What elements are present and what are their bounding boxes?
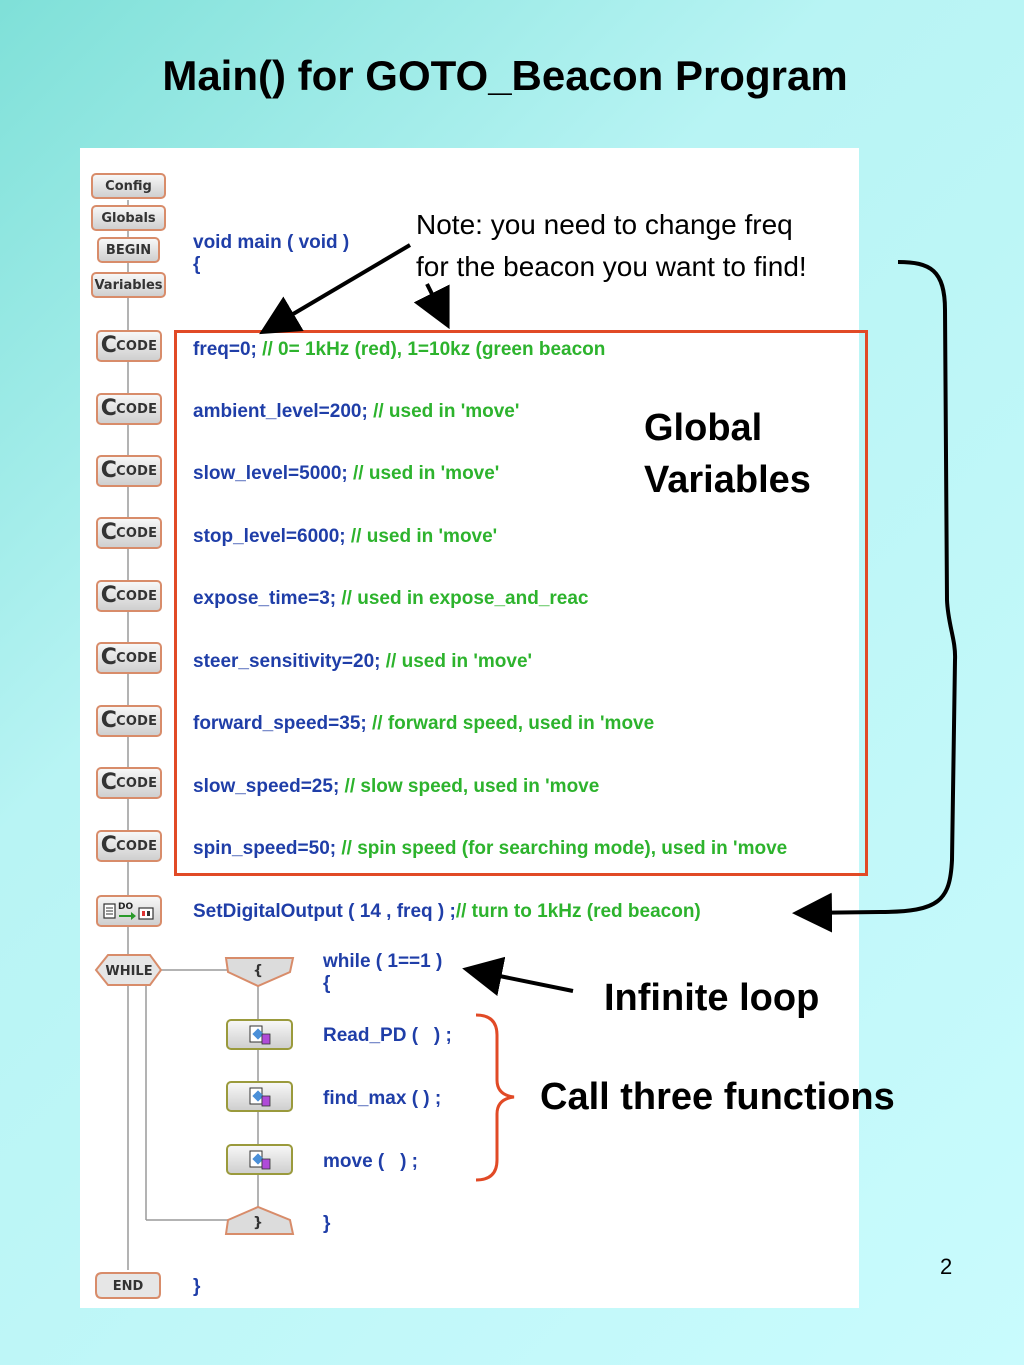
comment: // turn to 1kHz (red beacon) bbox=[455, 901, 701, 922]
code-line-steer-sensitivity: steer_sensitivity=20; // used in 'move' bbox=[193, 651, 565, 673]
code-block[interactable]: C CODE bbox=[96, 330, 162, 362]
while-open-brace: { bbox=[323, 973, 331, 994]
comment: // used in 'move' bbox=[367, 401, 520, 422]
comment: // used in 'move' bbox=[380, 651, 533, 672]
function-call-icon bbox=[249, 1025, 270, 1044]
code-block[interactable]: C CODE bbox=[96, 580, 162, 612]
do-label: DO bbox=[118, 902, 133, 912]
global-label-line-1: Global bbox=[644, 407, 763, 449]
code-c-glyph: C bbox=[100, 396, 118, 421]
main-declaration: void main ( void ) bbox=[193, 232, 350, 253]
call-move: move ( ) ; bbox=[323, 1151, 419, 1172]
statement: ambient_level=200; bbox=[193, 401, 368, 422]
function-call-icon bbox=[249, 1150, 270, 1169]
global-label-line-2: Variables bbox=[644, 459, 811, 501]
global-variables-label: Global Variables bbox=[644, 402, 811, 506]
code-line-freq: freq=0; // 0= 1kHz (red), 1=10kz (green … bbox=[193, 339, 853, 361]
variables-block[interactable]: Variables bbox=[91, 272, 166, 298]
code-block[interactable]: C CODE bbox=[96, 517, 162, 549]
function-call-block[interactable] bbox=[226, 1144, 293, 1175]
code-line-stop-level: stop_level=6000; // used in 'move' bbox=[193, 526, 525, 548]
note-line-1: Note: you need to change freq bbox=[416, 209, 793, 240]
code-block[interactable]: C CODE bbox=[96, 393, 162, 425]
statement: expose_time=3; bbox=[193, 588, 337, 609]
statement: SetDigitalOutput ( 14 , freq ) ; bbox=[193, 901, 456, 922]
code-label: CODE bbox=[116, 401, 158, 417]
code-c-glyph: C bbox=[100, 833, 118, 858]
code-label: CODE bbox=[116, 775, 158, 791]
code-block[interactable]: C CODE bbox=[96, 705, 162, 737]
comment: // used in 'move' bbox=[347, 463, 500, 484]
code-label: CODE bbox=[116, 650, 158, 666]
code-c-glyph: C bbox=[100, 583, 118, 608]
code-c-glyph: C bbox=[100, 770, 118, 795]
code-line-set-digital-output: SetDigitalOutput ( 14 , freq ) ;// turn … bbox=[193, 901, 753, 923]
code-label: CODE bbox=[116, 463, 158, 479]
code-c-glyph: C bbox=[100, 645, 118, 670]
statement: freq=0; bbox=[193, 339, 257, 360]
function-call-icon bbox=[249, 1087, 270, 1106]
code-label: CODE bbox=[116, 713, 158, 729]
code-line-slow-level: slow_level=5000; // used in 'move' bbox=[193, 463, 525, 485]
page-number: 2 bbox=[940, 1254, 953, 1279]
code-block[interactable]: C CODE bbox=[96, 830, 162, 862]
comment: // used in 'move' bbox=[345, 526, 498, 547]
comment: // used in expose_and_reac bbox=[336, 588, 589, 609]
code-line-forward-speed: forward_speed=35; // forward speed, used… bbox=[193, 713, 713, 735]
code-label: CODE bbox=[116, 338, 158, 354]
infinite-loop-label: Infinite loop bbox=[604, 977, 820, 1019]
code-line-expose-time: expose_time=3; // used in expose_and_rea… bbox=[193, 588, 625, 610]
statement: forward_speed=35; bbox=[193, 713, 367, 734]
code-label: CODE bbox=[116, 588, 158, 604]
begin-block[interactable]: BEGIN bbox=[97, 237, 160, 263]
code-c-glyph: C bbox=[100, 458, 118, 483]
globals-block[interactable]: Globals bbox=[91, 205, 166, 231]
while-close-brace: } bbox=[323, 1213, 331, 1234]
statement: stop_level=6000; bbox=[193, 526, 346, 547]
statement: spin_speed=50; bbox=[193, 838, 337, 859]
function-call-block[interactable] bbox=[226, 1081, 293, 1112]
call-functions-label: Call three functions bbox=[540, 1076, 895, 1118]
code-block[interactable]: C CODE bbox=[96, 642, 162, 674]
config-block[interactable]: Config bbox=[91, 173, 166, 199]
code-line-slow-speed: slow_speed=25; // slow speed, used in 'm… bbox=[193, 776, 653, 798]
call-read-pd: Read_PD ( ) ; bbox=[323, 1025, 452, 1046]
code-c-glyph: C bbox=[100, 708, 118, 733]
function-call-block[interactable] bbox=[226, 1019, 293, 1050]
main-open-brace: { bbox=[193, 254, 201, 275]
digital-output-icon: DO bbox=[103, 902, 154, 920]
code-block[interactable]: C CODE bbox=[96, 767, 162, 799]
comment: // spin speed (for searching mode), used… bbox=[336, 838, 788, 859]
comment: // 0= 1kHz (red), 1=10kz (green beacon bbox=[256, 339, 606, 360]
statement: slow_level=5000; bbox=[193, 463, 348, 484]
digital-output-block[interactable]: DO bbox=[96, 895, 162, 927]
main-close-brace: } bbox=[193, 1276, 201, 1297]
code-label: CODE bbox=[116, 525, 158, 541]
note-annotation: Note: you need to change freq for the be… bbox=[416, 204, 807, 288]
code-c-glyph: C bbox=[100, 520, 118, 545]
statement: steer_sensitivity=20; bbox=[193, 651, 381, 672]
while-declaration: while ( 1==1 ) bbox=[323, 951, 443, 972]
call-find-max: find_max ( ) ; bbox=[323, 1088, 442, 1109]
code-block[interactable]: C CODE bbox=[96, 455, 162, 487]
comment: // forward speed, used in 'move bbox=[366, 713, 655, 734]
code-label: CODE bbox=[116, 838, 158, 854]
comment: // slow speed, used in 'move bbox=[339, 776, 600, 797]
statement: slow_speed=25; bbox=[193, 776, 340, 797]
code-line-ambient-level: ambient_level=200; // used in 'move' bbox=[193, 401, 550, 423]
code-line-spin-speed: spin_speed=50; // spin speed (for search… bbox=[193, 838, 845, 860]
note-line-2: for the beacon you want to find! bbox=[416, 251, 807, 282]
code-c-glyph: C bbox=[100, 333, 118, 358]
